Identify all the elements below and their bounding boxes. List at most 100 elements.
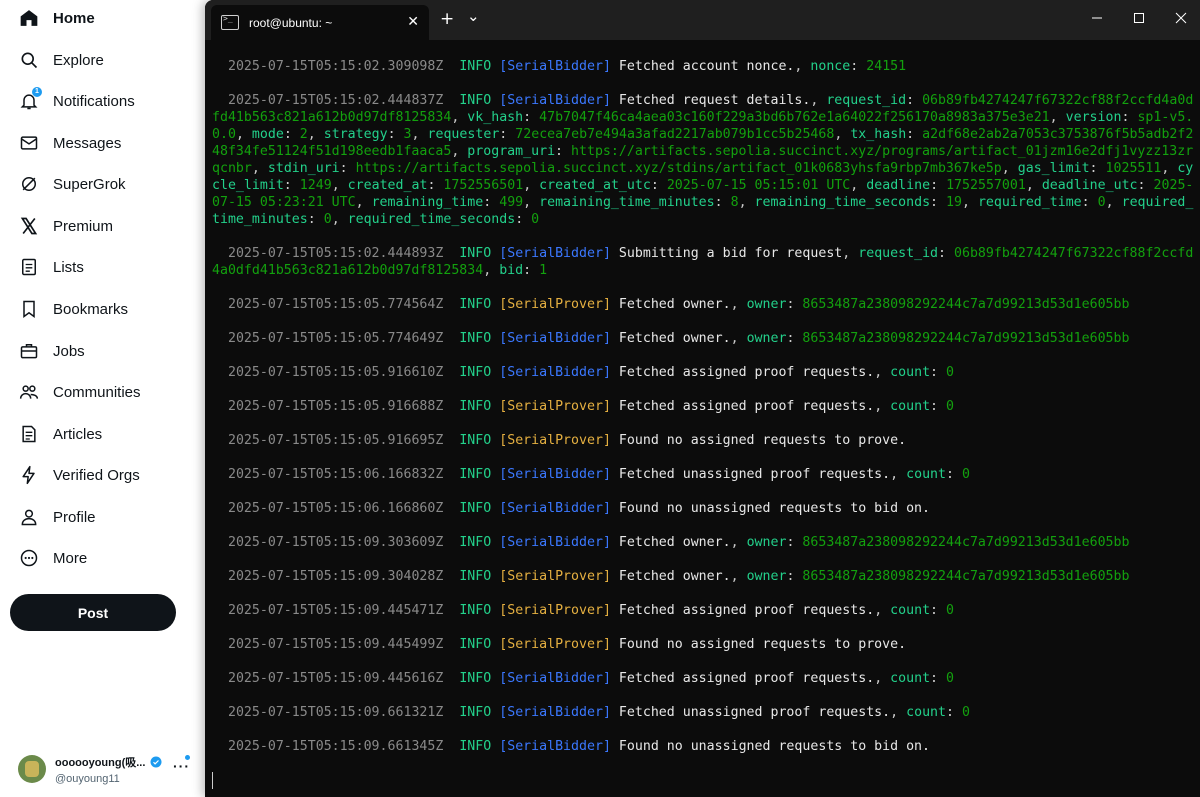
log-target: [SerialBidder] — [499, 365, 611, 380]
log-field-key: owner — [746, 535, 787, 550]
log-line: 2025-07-15T05:15:05.916610Z INFO [Serial… — [227, 365, 954, 380]
person-icon — [18, 506, 40, 528]
terminal-output[interactable]: 2025-07-15T05:15:02.309098Z INFO [Serial… — [212, 58, 1197, 788]
log-line: 2025-07-15T05:15:09.304028Z INFO [Serial… — [227, 569, 1130, 584]
sidebar-item-verified-orgs[interactable]: Verified Orgs — [10, 457, 140, 493]
log-level: INFO — [459, 739, 492, 754]
sidebar-item-explore[interactable]: Explore — [10, 42, 104, 78]
log-message: Fetched owner. — [618, 535, 731, 550]
log-field-key: count — [890, 671, 931, 686]
log-level: INFO — [459, 603, 492, 618]
log-message: Fetched owner. — [618, 569, 731, 584]
log-field-key: request_id — [826, 93, 907, 108]
sidebar-item-label: Communities — [53, 383, 141, 401]
log-level: INFO — [459, 246, 492, 261]
log-message: Fetched request details. — [618, 93, 811, 108]
mail-icon — [18, 132, 40, 154]
account-switcher[interactable]: oooooyoung(吸... @ouyoung11 ··· — [18, 752, 198, 786]
sidebar-item-label: Verified Orgs — [53, 466, 140, 484]
log-target: [SerialProver] — [499, 433, 611, 448]
log-field-value: 0 — [323, 212, 332, 227]
log-field-key: deadline_utc — [1041, 178, 1138, 193]
log-field-key: count — [890, 365, 931, 380]
log-field-key: deadline — [866, 178, 931, 193]
terminal-window: root@ubuntu: ~ ✕ + ⌄ 2025-07-15T05:15:02… — [205, 0, 1200, 797]
sidebar-item-label: Premium — [53, 217, 114, 235]
log-message: Fetched assigned proof requests. — [618, 399, 875, 414]
sidebar-item-label: Home — [53, 9, 95, 27]
sidebar-item-notifications[interactable]: 1 Notifications — [10, 83, 135, 119]
close-tab-icon[interactable]: ✕ — [407, 13, 419, 30]
sidebar-item-home[interactable]: Home — [10, 0, 95, 36]
tab-root-ubuntu[interactable]: root@ubuntu: ~ ✕ — [211, 5, 429, 40]
x-logo-icon — [18, 215, 40, 237]
tab-dropdown-button[interactable]: ⌄ — [467, 7, 480, 25]
log-target: [SerialBidder] — [499, 535, 611, 550]
sidebar-item-more[interactable]: More — [10, 540, 87, 576]
log-line: 2025-07-15T05:15:05.916688Z INFO [Serial… — [227, 399, 954, 414]
sidebar-item-premium[interactable]: Premium — [10, 208, 113, 244]
sidebar-item-messages[interactable]: Messages — [10, 125, 121, 161]
sidebar-item-jobs[interactable]: Jobs — [10, 333, 85, 369]
log-target: [SerialBidder] — [499, 59, 611, 74]
tab-title: root@ubuntu: ~ — [249, 15, 333, 30]
log-level: INFO — [459, 93, 492, 108]
avatar[interactable] — [18, 755, 46, 783]
log-field-key: owner — [746, 331, 787, 346]
close-window-icon[interactable] — [1171, 8, 1191, 28]
sidebar-item-profile[interactable]: Profile — [10, 499, 96, 535]
sidebar-item-label: SuperGrok — [53, 175, 126, 193]
search-icon — [18, 49, 40, 71]
log-timestamp: 2025-07-15T05:15:09.304028Z — [227, 569, 444, 584]
log-field-key: request_id — [858, 246, 939, 261]
post-button[interactable]: Post — [10, 594, 176, 631]
log-field-value: 1752557001 — [946, 178, 1026, 193]
maximize-icon[interactable] — [1129, 8, 1149, 28]
sidebar-nav: Home Explore 1 Notifications Messages Su… — [0, 0, 205, 797]
log-line: 2025-07-15T05:15:09.661321Z INFO [Serial… — [227, 705, 970, 720]
log-message: Found no unassigned requests to bid on. — [618, 501, 931, 516]
sidebar-item-label: Notifications — [53, 92, 135, 110]
log-field-key: strategy — [323, 127, 388, 142]
sidebar-item-communities[interactable]: Communities — [10, 374, 141, 410]
log-field-value: https://artifacts.sepolia.succinct.xyz/s… — [355, 161, 1002, 176]
log-field-value: 8653487a238098292244c7a7d99213d53d1e605b… — [802, 297, 1130, 312]
log-message: Fetched unassigned proof requests. — [618, 467, 891, 482]
log-level: INFO — [459, 59, 492, 74]
sidebar-item-lists[interactable]: Lists — [10, 249, 84, 285]
sidebar-item-label: Explore — [53, 51, 104, 69]
log-message: Fetched assigned proof requests. — [618, 365, 875, 380]
log-field-value: 47b7047f46ca4aea03c160f229a3bd6b762e1a64… — [539, 110, 1050, 125]
log-field-value: 0 — [531, 212, 540, 227]
log-field-value: 0 — [961, 467, 970, 482]
log-line: 2025-07-15T05:15:02.309098Z INFO [Serial… — [227, 59, 907, 74]
sidebar-item-label: Profile — [53, 508, 96, 526]
sidebar-item-supergrok[interactable]: SuperGrok — [10, 166, 126, 202]
log-timestamp: 2025-07-15T05:15:02.444837Z — [227, 93, 444, 108]
log-target: [SerialBidder] — [499, 246, 611, 261]
log-level: INFO — [459, 501, 492, 516]
log-field-value: 2 — [299, 127, 308, 142]
new-tab-button[interactable]: + — [440, 9, 454, 29]
log-message: Found no assigned requests to prove. — [618, 637, 907, 652]
log-level: INFO — [459, 331, 492, 346]
log-field-value: 2025-07-15 05:15:01 UTC — [666, 178, 851, 193]
log-message: Fetched assigned proof requests. — [618, 671, 875, 686]
log-target: [SerialProver] — [499, 637, 611, 652]
account-handle: @ouyoung11 — [55, 772, 120, 785]
log-message: Fetched owner. — [618, 331, 731, 346]
minimize-icon[interactable] — [1087, 8, 1107, 28]
sidebar-item-bookmarks[interactable]: Bookmarks — [10, 291, 128, 327]
log-field-key: count — [890, 603, 931, 618]
log-field-key: nonce — [810, 59, 851, 74]
log-field-key: version — [1065, 110, 1122, 125]
log-level: INFO — [459, 399, 492, 414]
more-dots-icon[interactable]: ··· — [173, 758, 190, 774]
log-field-key: remaining_time_minutes — [539, 195, 715, 210]
sidebar-item-articles[interactable]: Articles — [10, 416, 102, 452]
log-field-key: gas_limit — [1017, 161, 1090, 176]
log-timestamp: 2025-07-15T05:15:09.661321Z — [227, 705, 444, 720]
log-timestamp: 2025-07-15T05:15:05.774649Z — [227, 331, 444, 346]
log-field-key: owner — [746, 297, 787, 312]
log-target: [SerialBidder] — [499, 705, 611, 720]
